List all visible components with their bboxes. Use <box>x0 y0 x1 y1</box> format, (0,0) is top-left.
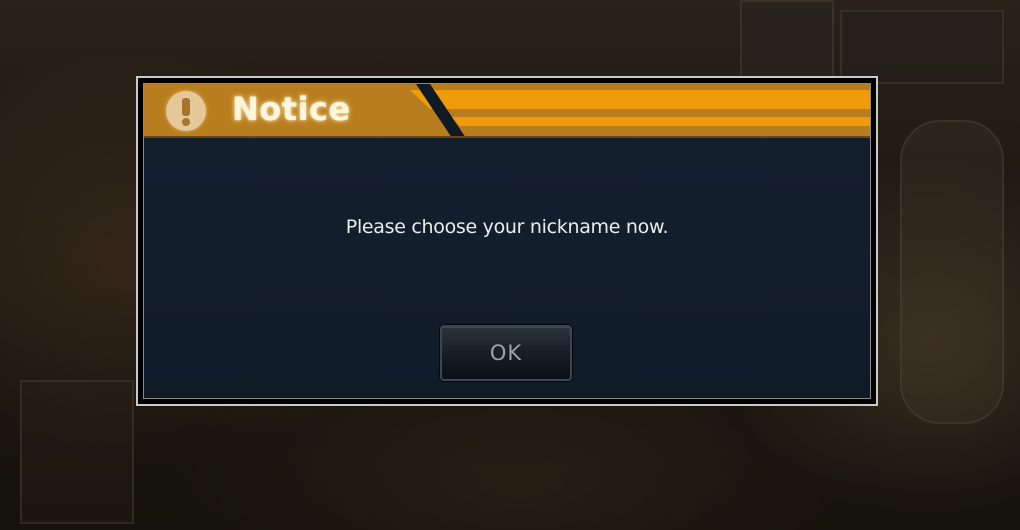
title-stripe-top <box>410 90 870 109</box>
title-stripe-bottom <box>450 117 870 126</box>
background-window-frame <box>740 0 834 84</box>
dialog-message: Please choose your nickname now. <box>345 216 669 238</box>
dialog-body: Notice Please choose your nickname now. … <box>143 83 871 399</box>
dialog-title: Notice <box>232 90 351 128</box>
title-bottom-line <box>144 136 870 138</box>
background-figure <box>900 120 1004 424</box>
notice-dialog: Notice Please choose your nickname now. … <box>136 76 878 406</box>
dialog-title-bar: Notice <box>144 84 870 138</box>
ok-button-label: OK <box>489 341 523 365</box>
exclamation-icon <box>166 91 206 131</box>
background-debris <box>20 380 134 524</box>
background-structure <box>840 10 1004 84</box>
ok-button[interactable]: OK <box>440 325 572 381</box>
